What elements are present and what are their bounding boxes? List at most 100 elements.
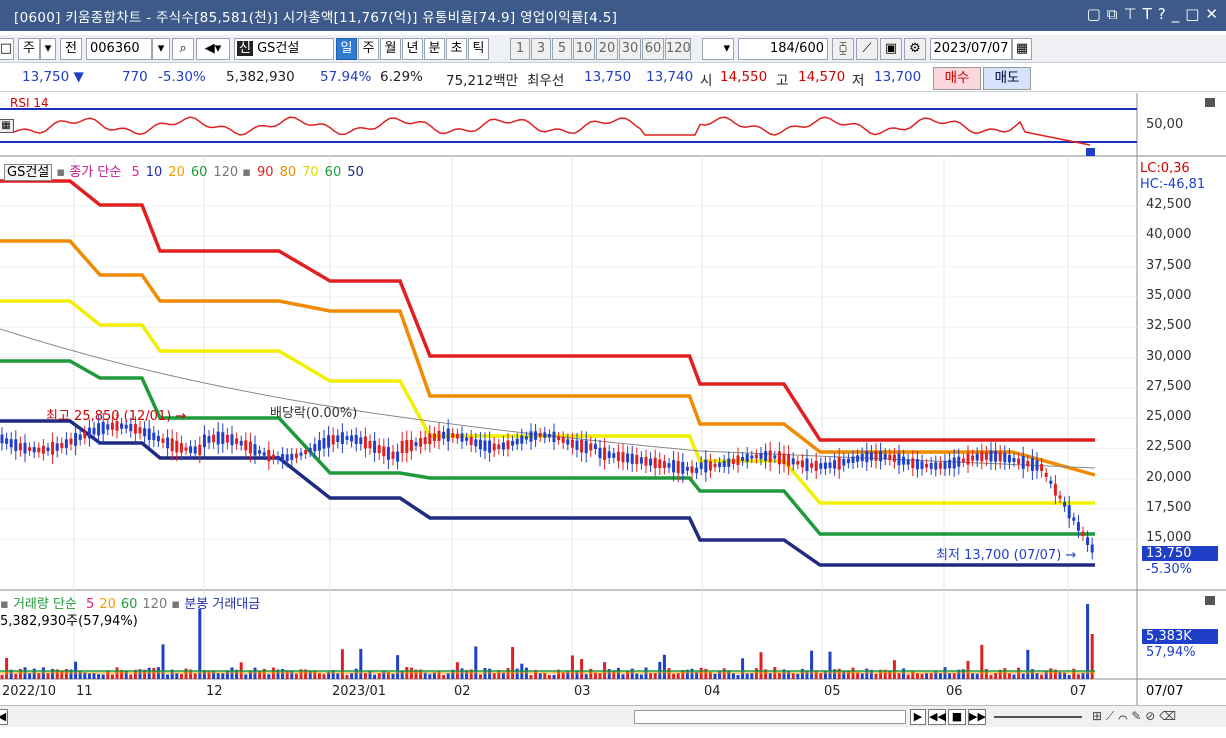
candle-body [492,443,496,451]
calendar-icon[interactable]: ▦ [1012,38,1032,60]
code-input[interactable]: 006360 [86,38,152,60]
dropdown-icon[interactable]: ▾ [40,38,56,60]
volume-legend2: 분봉 거래대금 [184,597,261,612]
grid-icon[interactable]: ▦ [0,119,14,133]
sell-button[interactable]: 매도 [983,67,1031,90]
rsi-panel-close-icon[interactable] [1205,98,1215,107]
zoom-slider[interactable] [994,716,1082,718]
forward-icon[interactable]: ▶▶ [968,709,986,725]
candle-body [741,457,745,461]
scroll-thumb[interactable] [634,710,906,724]
candle-body [1067,505,1071,519]
candle-icon[interactable]: ⧮ [832,38,854,60]
price-tag: 13,750 [1142,546,1218,561]
chart-svg[interactable] [0,93,1226,705]
candle-body [1063,501,1067,507]
interval-button-6[interactable]: 60 [642,38,664,60]
turnover: 6.29% [380,69,423,85]
speaker-icon[interactable]: ◀▾ [196,38,230,60]
candle-body [423,437,427,445]
volume-bar [373,674,377,679]
code-dropdown-icon[interactable]: ▾ [152,38,170,60]
y-tick-label: 32,500 [1146,318,1192,334]
interval-button-0[interactable]: 1 [510,38,530,60]
best-bid: 13,740 [646,69,694,85]
rewind-icon[interactable]: ◀◀ [928,709,946,725]
copy-icon[interactable]: ⧉ [1107,5,1118,23]
period-tab-2[interactable]: 월 [380,38,401,60]
y-tick-label: 42,500 [1146,197,1192,212]
date-input[interactable]: 2023/07/07 [930,38,1012,60]
candle-body [308,447,312,453]
scrollbar[interactable]: ◀ ▶ ◀◀ ■ ▶▶ ⊞ ⟋ ⌒ ✎ ⊘ ⌫ [0,705,1226,727]
line-tool-icon[interactable]: ⟋ [856,38,878,60]
count: 184 [769,41,795,56]
candle-body [731,458,735,465]
interval-button-7[interactable]: 120 [665,38,691,60]
candle-body [547,434,551,438]
chart-area[interactable]: RSI 14 ▦ 50,00 GS건설 ▪ 종가 단순 5 10 20 60 120 ▪ 9… [0,93,1226,705]
pin-icon[interactable]: ⊤ [1124,5,1137,23]
interval-dropdown[interactable]: ▾ [702,38,734,60]
interval-button-4[interactable]: 20 [596,38,618,60]
drawing-tools-icons[interactable]: ⊞ ⟋ ⌒ ✎ ⊘ ⌫ [1092,709,1176,724]
candle-body [897,453,901,466]
gear-icon[interactable]: ⚙ [904,38,926,60]
period-tab-6[interactable]: 틱 [468,38,489,60]
buy-button[interactable]: 매수 [933,67,981,90]
amount: 75,212백만 [446,73,519,89]
candle-body [350,435,354,442]
candle-body [354,434,358,444]
candle-body [133,424,137,434]
candle-body [902,456,906,465]
period-tab-4[interactable]: 분 [424,38,445,60]
volume-bar [787,670,791,679]
maximize-icon[interactable]: □ [1185,5,1199,23]
y-tick-label: 15,000 [1146,530,1192,546]
scroll-right-icon[interactable]: ▶ [910,709,926,725]
candle-body [685,466,689,471]
interval-button-1[interactable]: 3 [531,38,551,60]
period-tab-5[interactable]: 초 [446,38,467,60]
interval-button-2[interactable]: 5 [552,38,572,60]
minimize-icon[interactable]: _ [1172,5,1180,23]
period-week-button[interactable]: 주 [18,38,40,60]
x-tick-label: 02 [454,684,471,699]
candle-body [943,460,947,469]
text-icon[interactable]: T [1143,5,1152,23]
count-field[interactable]: 184/600 [738,38,828,60]
candle-body [170,438,174,452]
volume-bar [929,672,933,679]
window-title: [0600] 키움종합차트 - 주식수[85,581(천)] 시가총액[11,7… [14,9,618,26]
open-price: 14,550 [720,69,768,85]
candle-body [359,437,363,445]
volume-legend-ma-3: 120 [142,597,168,612]
candle-body [869,452,873,461]
volume-bar [580,659,584,679]
candle-body [957,456,961,467]
save-icon[interactable]: ▣ [880,38,902,60]
candle-body [695,467,699,474]
interval-button-3[interactable]: 10 [573,38,595,60]
interval-button-5[interactable]: 30 [619,38,641,60]
period-tab-0[interactable]: 일 [336,38,357,60]
volume-bar [184,668,188,679]
layout-icon[interactable]: □ [0,38,14,60]
candle-body [239,440,243,446]
stock-name-field[interactable]: 신 GS건설 [234,38,334,60]
restore-icon[interactable]: ▢ [1087,5,1101,23]
scroll-left-icon[interactable]: ◀ [0,709,8,725]
volume-panel-close-icon[interactable] [1205,596,1215,605]
candle-body [74,432,78,446]
candle-body [750,455,754,459]
help-icon[interactable]: ? [1158,5,1166,23]
stop-icon[interactable]: ■ [948,709,966,725]
period-tab-1[interactable]: 주 [358,38,379,60]
close-icon[interactable]: ✕ [1205,5,1218,23]
prev-button[interactable]: 전 [60,38,82,60]
period-tab-3[interactable]: 년 [402,38,423,60]
search-icon[interactable]: ⌕ [172,38,194,60]
candle-body [561,437,565,443]
volume-value: 5,382,930주(57,94%) [0,614,138,629]
candle-body [704,459,708,473]
